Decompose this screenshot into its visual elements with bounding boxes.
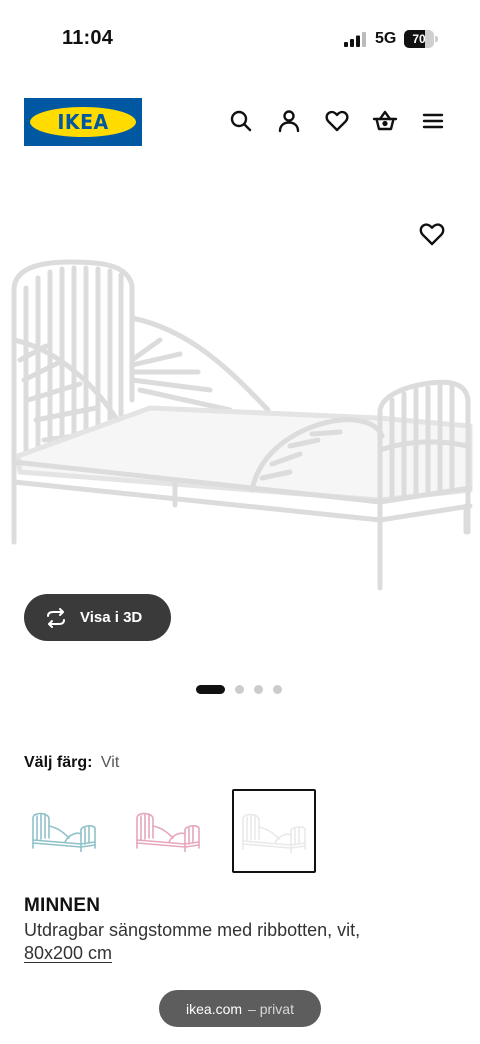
product-description: Utdragbar sängstomme med ribbotten, vit, <box>24 920 361 940</box>
color-label: Välj färg: <box>24 754 93 771</box>
status-time: 11:04 <box>62 27 114 49</box>
view-in-3d-label: Visa i 3D <box>80 609 143 626</box>
site-header: IKEA <box>0 96 480 148</box>
color-swatches <box>24 789 316 873</box>
private-mode-label: – privat <box>248 1000 294 1017</box>
pagination-dot[interactable] <box>235 684 244 694</box>
color-picker-heading: Välj färg: Vit <box>24 754 119 772</box>
view-in-3d-button[interactable]: Visa i 3D <box>24 594 171 641</box>
status-bar: 11:04 5G 70 <box>0 0 480 78</box>
pagination-dot[interactable] <box>254 684 263 694</box>
ikea-logo[interactable]: IKEA <box>24 98 142 146</box>
color-swatch[interactable] <box>232 789 316 873</box>
color-swatch[interactable] <box>128 790 208 870</box>
logo-text: IKEA <box>57 110 109 134</box>
browser-url-bar[interactable]: ikea.com – privat <box>159 990 321 1027</box>
rotate-icon <box>44 606 68 630</box>
battery-icon: 70 <box>404 30 438 48</box>
account-icon[interactable] <box>276 108 302 134</box>
color-value: Vit <box>100 754 120 771</box>
product-size-link[interactable]: 80x200 cm <box>24 943 112 964</box>
battery-level: 70 <box>412 32 426 46</box>
pagination-dot[interactable] <box>196 684 225 694</box>
product-name[interactable]: MINNEN <box>24 895 100 917</box>
bed-product-image <box>11 259 473 591</box>
image-pagination <box>196 684 282 694</box>
network-type: 5G <box>375 30 397 47</box>
search-icon[interactable] <box>228 108 254 134</box>
basket-icon[interactable] <box>372 108 398 134</box>
pagination-dot[interactable] <box>273 684 282 694</box>
product-image-gallery[interactable] <box>0 200 480 600</box>
color-swatch[interactable] <box>24 790 104 870</box>
favorite-heart-icon[interactable] <box>418 220 446 248</box>
heart-icon[interactable] <box>324 108 350 134</box>
url-domain: ikea.com <box>186 1000 243 1017</box>
menu-icon[interactable] <box>420 108 446 134</box>
cellular-signal-icon <box>344 32 366 47</box>
